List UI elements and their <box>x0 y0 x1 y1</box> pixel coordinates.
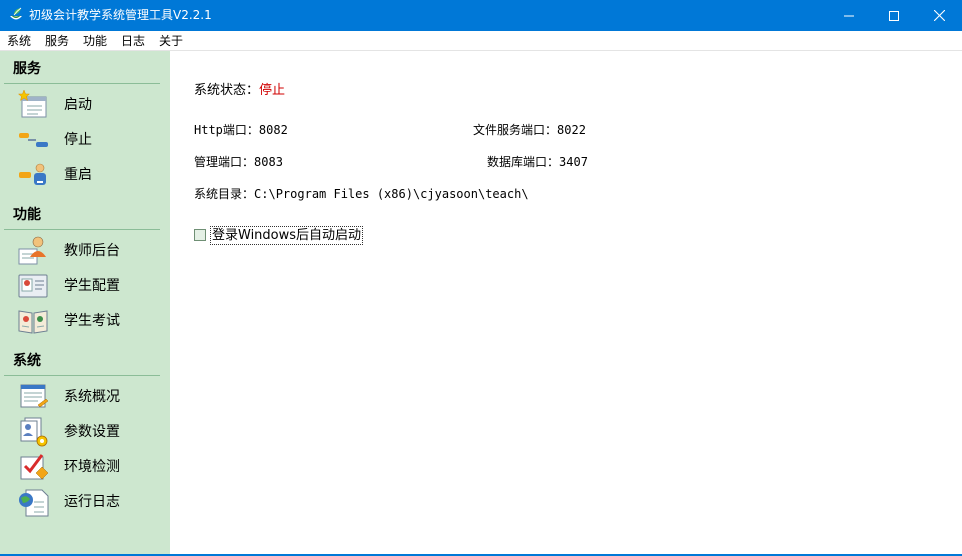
sidebar-item-start[interactable]: 启动 <box>16 89 161 121</box>
run-log-icon <box>19 489 49 517</box>
http-port-label: Http端口： <box>194 123 259 137</box>
title-bar: 初级会计教学系统管理工具V2.2.1 <box>0 0 962 31</box>
database-port-row: 数据库端口：3407 <box>487 154 588 170</box>
file-service-port-row: 文件服务端口：8022 <box>473 122 586 138</box>
sidebar-item-system-overview[interactable]: 系统概况 <box>16 381 161 413</box>
group-divider <box>4 83 160 84</box>
autostart-checkbox-label[interactable]: 登录Windows后自动启动 <box>210 226 364 245</box>
group-header-service[interactable]: 服务 <box>13 60 41 78</box>
main-panel: 系统状态：停止 Http端口：8082 文件服务端口：8022 管理端口：808… <box>170 51 962 554</box>
app-logo-icon <box>10 7 22 20</box>
system-directory-value: C:\Program Files (x86)\cjyasoon\teach\ <box>254 187 529 201</box>
teacher-icon <box>18 236 46 265</box>
group-header-function[interactable]: 功能 <box>13 206 41 224</box>
sidebar-item-label: 运行日志 <box>64 494 120 510</box>
admin-port-row: 管理端口：8083 <box>194 154 283 170</box>
system-directory-label: 系统目录： <box>194 187 255 201</box>
close-icon <box>933 10 945 21</box>
file-service-port-label: 文件服务端口： <box>473 123 558 137</box>
sidebar-item-label: 环境检测 <box>64 459 120 475</box>
sidebar-item-label: 重启 <box>64 167 92 183</box>
sidebar-item-settings[interactable]: 参数设置 <box>16 416 161 448</box>
group-divider <box>4 375 160 376</box>
autostart-checkbox[interactable] <box>194 229 206 241</box>
sidebar-item-label: 系统概况 <box>64 389 120 405</box>
sidebar-item-restart[interactable]: 重启 <box>16 159 161 191</box>
menu-service[interactable]: 服务 <box>45 33 69 49</box>
environment-check-icon <box>20 454 49 480</box>
window-title: 初级会计教学系统管理工具V2.2.1 <box>29 8 212 22</box>
group-divider <box>4 229 160 230</box>
menu-system[interactable]: 系统 <box>7 33 31 49</box>
close-button[interactable] <box>916 0 962 31</box>
maximize-button[interactable] <box>871 0 917 31</box>
sidebar-item-teacher-backend[interactable]: 教师后台 <box>16 235 161 267</box>
group-header-system[interactable]: 系统 <box>13 352 41 370</box>
file-service-port-value: 8022 <box>557 123 586 137</box>
menu-bar: 系统 服务 功能 日志 关于 <box>0 31 962 51</box>
database-port-value: 3407 <box>559 155 588 169</box>
restart-service-icon <box>19 163 46 185</box>
system-directory-row: 系统目录：C:\Program Files (x86)\cjyasoon\tea… <box>194 186 529 202</box>
sidebar-item-label: 停止 <box>64 132 92 148</box>
stop-service-icon <box>19 133 48 147</box>
sidebar-item-environment-check[interactable]: 环境检测 <box>16 451 161 483</box>
http-port-row: Http端口：8082 <box>194 122 288 138</box>
http-port-value: 8082 <box>258 123 288 137</box>
settings-icon <box>20 417 48 447</box>
sidebar-item-label: 教师后台 <box>64 243 120 259</box>
sidebar-item-student-config[interactable]: 学生配置 <box>16 270 161 302</box>
system-status-value: 停止 <box>259 83 286 98</box>
sidebar: 服务 启动 停止 重启 功能 教师后台 学生配置 学生考试 系统 系统概况 参数… <box>0 51 170 556</box>
sidebar-item-run-log[interactable]: 运行日志 <box>16 486 161 518</box>
sidebar-item-label: 启动 <box>64 97 92 113</box>
admin-port-value: 8083 <box>254 155 283 169</box>
system-overview-icon <box>20 384 49 408</box>
menu-log[interactable]: 日志 <box>121 33 145 49</box>
admin-port-label: 管理端口： <box>194 155 255 169</box>
maximize-icon <box>889 10 899 21</box>
minimize-button[interactable] <box>826 0 872 31</box>
system-status-row: 系统状态：停止 <box>194 83 285 99</box>
student-config-icon <box>18 274 48 298</box>
start-service-icon <box>17 89 47 118</box>
menu-about[interactable]: 关于 <box>159 33 183 49</box>
student-exam-icon <box>18 310 48 334</box>
system-status-label: 系统状态： <box>194 83 260 98</box>
sidebar-item-label: 学生配置 <box>64 278 120 294</box>
database-port-label: 数据库端口： <box>487 155 560 169</box>
sidebar-item-label: 学生考试 <box>64 313 120 329</box>
sidebar-item-label: 参数设置 <box>64 424 120 440</box>
menu-function[interactable]: 功能 <box>83 33 107 49</box>
sidebar-item-stop[interactable]: 停止 <box>16 124 161 156</box>
sidebar-item-student-exam[interactable]: 学生考试 <box>16 305 161 337</box>
minimize-icon <box>844 15 854 16</box>
